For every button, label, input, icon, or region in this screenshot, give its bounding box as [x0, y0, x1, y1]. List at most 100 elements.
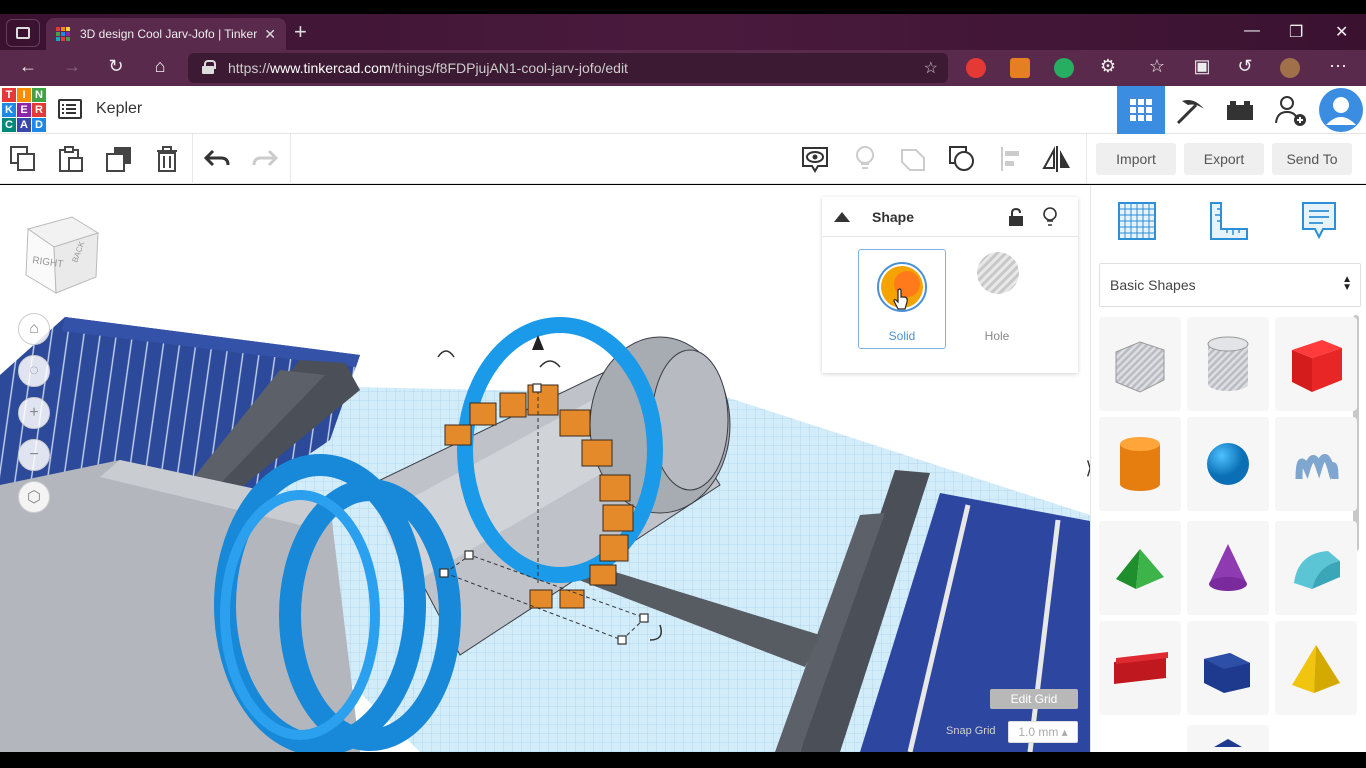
- shape-inspector: Shape Solid Hole: [822, 197, 1078, 373]
- extension-icon-2[interactable]: [1010, 58, 1030, 78]
- group-button[interactable]: [896, 142, 930, 176]
- design-name[interactable]: Kepler: [96, 100, 142, 118]
- import-button[interactable]: Import: [1096, 143, 1176, 175]
- snap-grid-select[interactable]: 1.0 mm ▴: [1008, 721, 1078, 743]
- shape-tile-roof[interactable]: [1099, 521, 1181, 615]
- address-bar[interactable]: https://www.tinkercad.com/things/f8FDPju…: [188, 53, 948, 83]
- restore-icon[interactable]: ❐: [1289, 22, 1303, 42]
- codeblocks-button[interactable]: [1167, 86, 1215, 134]
- view-cube-icon: RIGHT BACK: [25, 216, 100, 294]
- collections-icon[interactable]: ▣: [1190, 56, 1214, 77]
- shape-tile-scribble[interactable]: [1275, 417, 1357, 511]
- edit-grid-button[interactable]: Edit Grid: [990, 689, 1078, 709]
- shape-tile-box-hole[interactable]: [1099, 317, 1181, 411]
- shape-tile-pyramid[interactable]: [1275, 621, 1357, 715]
- fit-view-button[interactable]: ◌: [18, 355, 50, 387]
- profile-avatar[interactable]: [1280, 58, 1300, 78]
- user-avatar[interactable]: [1316, 86, 1366, 134]
- extension-icon-1[interactable]: [966, 58, 986, 78]
- window-close-icon[interactable]: ✕: [1335, 22, 1348, 42]
- forward-icon[interactable]: →: [60, 56, 84, 77]
- refresh-icon[interactable]: ↻: [104, 56, 128, 77]
- shape-tile-box[interactable]: [1275, 317, 1357, 411]
- notes-button[interactable]: [798, 142, 832, 176]
- minimize-icon[interactable]: —: [1244, 22, 1260, 40]
- extensions-icon[interactable]: ⚙: [1096, 56, 1120, 77]
- shape-tile-cylinder[interactable]: [1099, 417, 1181, 511]
- add-favorite-icon[interactable]: ☆: [924, 58, 938, 78]
- favorites-icon[interactable]: ☆: [1145, 56, 1169, 77]
- avatar-icon: [1319, 88, 1363, 132]
- export-button[interactable]: Export: [1184, 143, 1264, 175]
- shape-tile-polygon[interactable]: [1187, 621, 1269, 715]
- box-hole-icon: [1115, 341, 1165, 393]
- notes-tool-button[interactable]: [1297, 199, 1341, 248]
- back-icon[interactable]: ←: [16, 56, 40, 77]
- mirror-button[interactable]: [1040, 142, 1074, 176]
- redo-button[interactable]: [248, 142, 282, 176]
- show-all-button[interactable]: [848, 142, 882, 176]
- round-roof-icon: [1294, 551, 1340, 589]
- undo-button[interactable]: [200, 142, 234, 176]
- purple-cone-icon: [1209, 544, 1247, 591]
- tinkercad-logo[interactable]: T I N K E R C A D: [2, 88, 46, 132]
- shape-tile-round-roof[interactable]: [1275, 521, 1357, 615]
- delete-button[interactable]: [150, 142, 184, 176]
- ruler-button[interactable]: [1207, 199, 1251, 248]
- shape-library-value: Basic Shapes: [1110, 277, 1196, 293]
- 3d-workspace[interactable]: RIGHT BACK ⌂ ◌ + − ⬡ Shape Solid Hole Ed…: [0, 185, 1090, 752]
- grammarly-icon[interactable]: [1054, 58, 1074, 78]
- collapse-up-icon[interactable]: [834, 212, 850, 222]
- brick-icon: [1227, 101, 1253, 120]
- view-cube[interactable]: RIGHT BACK: [22, 215, 102, 302]
- new-tab-button[interactable]: +: [294, 20, 307, 44]
- tab-close-icon[interactable]: ✕: [264, 26, 276, 43]
- browser-tab[interactable]: 3D design Cool Jarv-Jofo | Tinker ✕: [46, 18, 286, 50]
- home-view-button[interactable]: ⌂: [18, 313, 50, 345]
- lightbulb-icon: [856, 146, 874, 169]
- logo-letter: N: [32, 88, 46, 102]
- perspective-button[interactable]: ⬡: [18, 481, 50, 513]
- shape-tile-partial[interactable]: [1187, 725, 1269, 752]
- logo-letter: I: [17, 88, 31, 102]
- paste-button[interactable]: [54, 142, 88, 176]
- shape-tile-sphere[interactable]: [1187, 417, 1269, 511]
- tab-actions-button[interactable]: [6, 19, 40, 47]
- cylinder-hole-icon: [1207, 336, 1249, 391]
- send-to-button[interactable]: Send To: [1272, 143, 1352, 175]
- lock-icon[interactable]: [1008, 208, 1024, 226]
- more-icon[interactable]: ⋯: [1326, 56, 1350, 77]
- tab-title: 3D design Cool Jarv-Jofo | Tinker: [80, 27, 258, 41]
- hole-option[interactable]: [976, 251, 1020, 295]
- tab-actions-icon: [16, 27, 30, 39]
- navy-polygon-icon: [1204, 653, 1250, 693]
- history-icon[interactable]: ↺: [1233, 56, 1257, 77]
- add-user-icon: [1275, 96, 1306, 126]
- logo-letter: A: [17, 118, 31, 132]
- shape-tile-cone[interactable]: [1187, 521, 1269, 615]
- copy-button[interactable]: [6, 142, 40, 176]
- 3d-view-button[interactable]: [1117, 86, 1165, 134]
- ungroup-icon: [949, 146, 974, 171]
- zoom-in-button[interactable]: +: [18, 397, 50, 429]
- home-icon[interactable]: ⌂: [148, 56, 172, 77]
- shape-tile-text[interactable]: [1099, 621, 1181, 715]
- lightbulb-icon[interactable]: [1042, 207, 1058, 227]
- ruler-icon: [1210, 202, 1248, 240]
- logo-letter: E: [17, 103, 31, 117]
- shape-library-select[interactable]: Basic Shapes ▲ ▼: [1099, 263, 1361, 307]
- shape-tile-cylinder-hole[interactable]: [1187, 317, 1269, 411]
- red-box-icon: [1292, 340, 1342, 392]
- workplane-button[interactable]: [1115, 199, 1159, 248]
- ungroup-button[interactable]: [945, 142, 979, 176]
- orange-cylinder-icon: [1120, 437, 1160, 491]
- align-button[interactable]: [994, 142, 1028, 176]
- design-list-icon[interactable]: [58, 99, 82, 119]
- bricks-button[interactable]: [1216, 86, 1264, 134]
- green-roof-icon: [1116, 549, 1164, 589]
- invite-user-button[interactable]: [1266, 86, 1314, 134]
- duplicate-button[interactable]: [102, 142, 136, 176]
- url-prefix: https://: [228, 60, 271, 76]
- logo-letter: K: [2, 103, 16, 117]
- zoom-out-button[interactable]: −: [18, 439, 50, 471]
